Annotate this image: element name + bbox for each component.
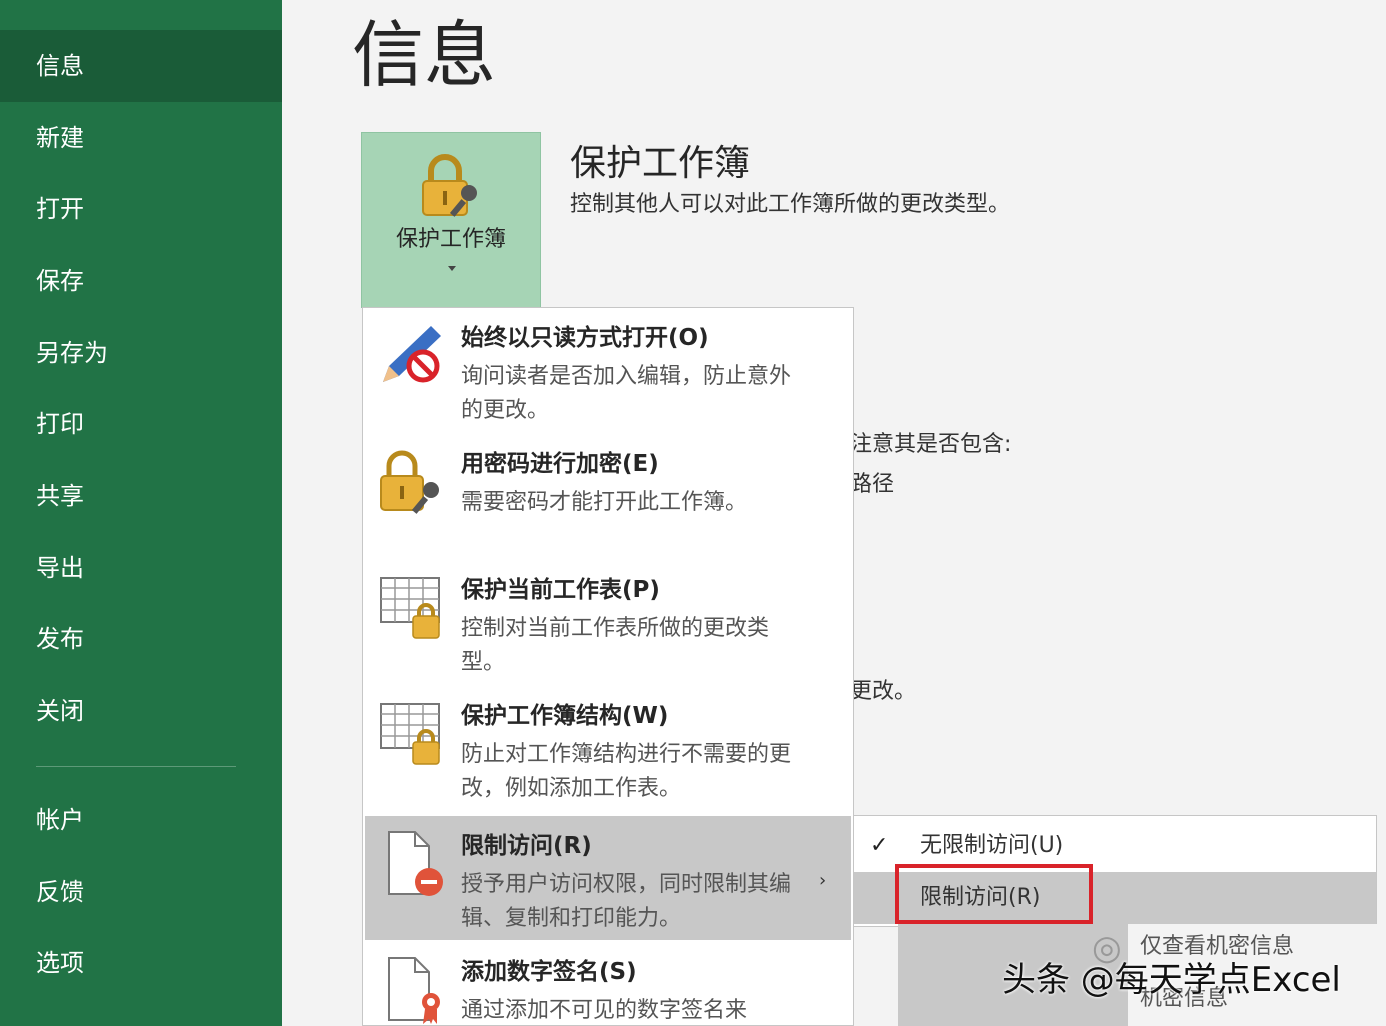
menu-item-description: 通过添加不可见的数字签名来 [461, 998, 748, 1023]
nav-account[interactable]: 帐户 [0, 784, 282, 856]
nav-share[interactable]: 共享 [0, 460, 282, 532]
menu-item-description: 防止对工作簿结构进行不需要的更改，例如添加工作表。 [461, 742, 792, 801]
sidebar-divider [36, 766, 236, 767]
nav-feedback[interactable]: 反馈 [0, 856, 282, 928]
menu-item-digital-signature[interactable]: 添加数字签名(S) 通过添加不可见的数字签名来 [365, 942, 851, 1025]
backstage-sidebar: 信息 新建 打开 保存 另存为 打印 共享 导出 发布 关闭 帐户 反馈 选项 [0, 0, 282, 1026]
nav-info[interactable]: 信息 [0, 30, 282, 102]
background-text-fragment: 注意其是否包含: [850, 432, 1012, 457]
background-text-fragment: 路径 [850, 472, 895, 497]
menu-item-title: 始终以只读方式打开(O) [461, 325, 709, 351]
menu-item-description: 询问读者是否加入编辑，防止意外的更改。 [461, 364, 792, 423]
document-restrict-icon [375, 828, 447, 904]
menu-item-protect-structure[interactable]: 保护工作簿结构(W) 防止对工作簿结构进行不需要的更改，例如添加工作表。 [365, 686, 851, 812]
menu-item-read-only[interactable]: 始终以只读方式打开(O) 询问读者是否加入编辑，防止意外的更改。 [365, 308, 851, 432]
nav-options[interactable]: 选项 [0, 927, 282, 999]
nav-export[interactable]: 导出 [0, 532, 282, 604]
restrict-access-submenu: ✓ 无限制访问(U) 限制访问(R) [853, 815, 1377, 927]
menu-item-description: 需要密码才能打开此工作簿。 [461, 490, 748, 515]
nav-save-as[interactable]: 另存为 [0, 317, 282, 389]
document-signature-icon [375, 954, 447, 1025]
protect-workbook-button[interactable]: 保护工作簿 [361, 132, 541, 308]
menu-item-encrypt-password[interactable]: 用密码进行加密(E) 需要密码才能打开此工作簿。 [365, 434, 851, 558]
submenu-item-restricted[interactable]: 限制访问(R) [854, 872, 1376, 924]
nav-publish[interactable]: 发布 [0, 603, 282, 675]
background-text-fragment: 更改。 [850, 679, 917, 704]
page-title: 信息 [352, 13, 497, 97]
checkmark-icon: ✓ [870, 833, 889, 858]
chevron-right-icon: › [819, 870, 827, 891]
lock-key-icon [417, 153, 487, 223]
section-heading: 保护工作簿 [570, 143, 751, 184]
pencil-no-icon [375, 320, 447, 396]
menu-item-title: 添加数字签名(S) [461, 959, 637, 985]
watermark-text: 头条 @每天学点Excel [1002, 960, 1341, 1000]
chevron-down-icon [448, 266, 456, 271]
menu-item-description: 控制对当前工作表所做的更改类型。 [461, 616, 770, 675]
nav-new[interactable]: 新建 [0, 102, 282, 174]
menu-item-title: 保护工作簿结构(W) [461, 703, 669, 729]
menu-item-description: 授予用户访问权限，同时限制其编辑、复制和打印能力。 [461, 872, 792, 931]
protect-workbook-menu: 始终以只读方式打开(O) 询问读者是否加入编辑，防止意外的更改。 用密码进行加密… [362, 307, 854, 1026]
menu-item-title: 保护当前工作表(P) [461, 577, 660, 603]
menu-item-title: 限制访问(R) [461, 833, 592, 859]
sheet-lock-icon [375, 698, 447, 774]
lock-key-icon [375, 446, 447, 522]
menu-item-restrict-access[interactable]: 限制访问(R) 授予用户访问权限，同时限制其编辑、复制和打印能力。 › [365, 816, 851, 940]
sheet-lock-icon [375, 572, 447, 648]
nav-save[interactable]: 保存 [0, 245, 282, 317]
nav-close[interactable]: 关闭 [0, 675, 282, 747]
submenu-item-unrestricted[interactable]: ✓ 无限制访问(U) [854, 820, 1376, 872]
submenu-item-label: 限制访问(R) [920, 885, 1041, 910]
menu-item-title: 用密码进行加密(E) [461, 451, 659, 477]
nav-print[interactable]: 打印 [0, 388, 282, 460]
nav-open[interactable]: 打开 [0, 173, 282, 245]
menu-item-protect-sheet[interactable]: 保护当前工作表(P) 控制对当前工作表所做的更改类型。 [365, 560, 851, 684]
protect-workbook-button-label: 保护工作簿 [395, 227, 506, 252]
section-description: 控制其他人可以对此工作簿所做的更改类型。 [570, 192, 1011, 217]
submenu-item-label: 无限制访问(U) [920, 833, 1064, 858]
